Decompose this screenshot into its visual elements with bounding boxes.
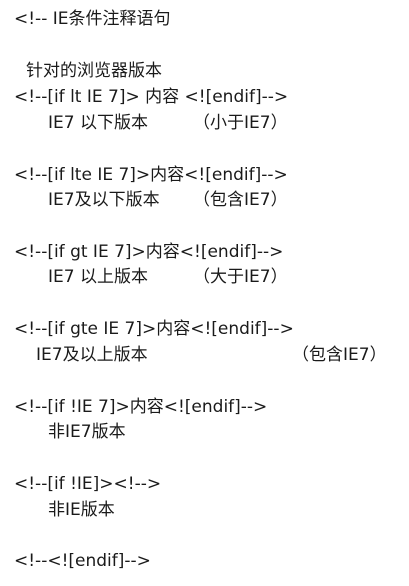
desc-gt-ie7: IE7 以上版本 <box>48 267 148 287</box>
note-lt-ie7: （小于IE7） <box>193 113 288 133</box>
code-line-not-ie7: <!--[if !IE 7]>内容<![endif]--> <box>14 397 268 417</box>
desc-lte-ie7: IE7及以下版本 <box>48 190 160 210</box>
code-line-gte-ie7: <!--[if gte IE 7]>内容<![endif]--> <box>14 319 294 339</box>
code-line-lt-ie7: <!--[if lt IE 7]> 内容 <![endif]--> <box>14 87 289 107</box>
desc-gte-ie7: IE7及以上版本 <box>36 345 148 365</box>
code-line-lte-ie7: <!--[if lte IE 7]>内容<![endif]--> <box>14 165 288 185</box>
footer-endif: <!--<![endif]--> <box>14 551 151 571</box>
note-lte-ie7: （包含IE7） <box>193 190 288 210</box>
header-comment: <!-- IE条件注释语句 <box>14 9 171 29</box>
subheader-label: 针对的浏览器版本 <box>26 61 162 81</box>
desc-not-ie7: 非IE7版本 <box>48 422 126 442</box>
code-line-gt-ie7: <!--[if gt IE 7]>内容<![endif]--> <box>14 242 284 262</box>
code-line-not-ie: <!--[if !IE]><!--> <box>14 474 162 494</box>
document-body: <!-- IE条件注释语句 针对的浏览器版本 <!--[if lt IE 7]>… <box>0 0 409 586</box>
desc-lt-ie7: IE7 以下版本 <box>48 113 148 133</box>
note-gt-ie7: （大于IE7） <box>193 267 288 287</box>
desc-not-ie: 非IE版本 <box>48 500 115 520</box>
note-gte-ie7: （包含IE7） <box>292 345 387 365</box>
